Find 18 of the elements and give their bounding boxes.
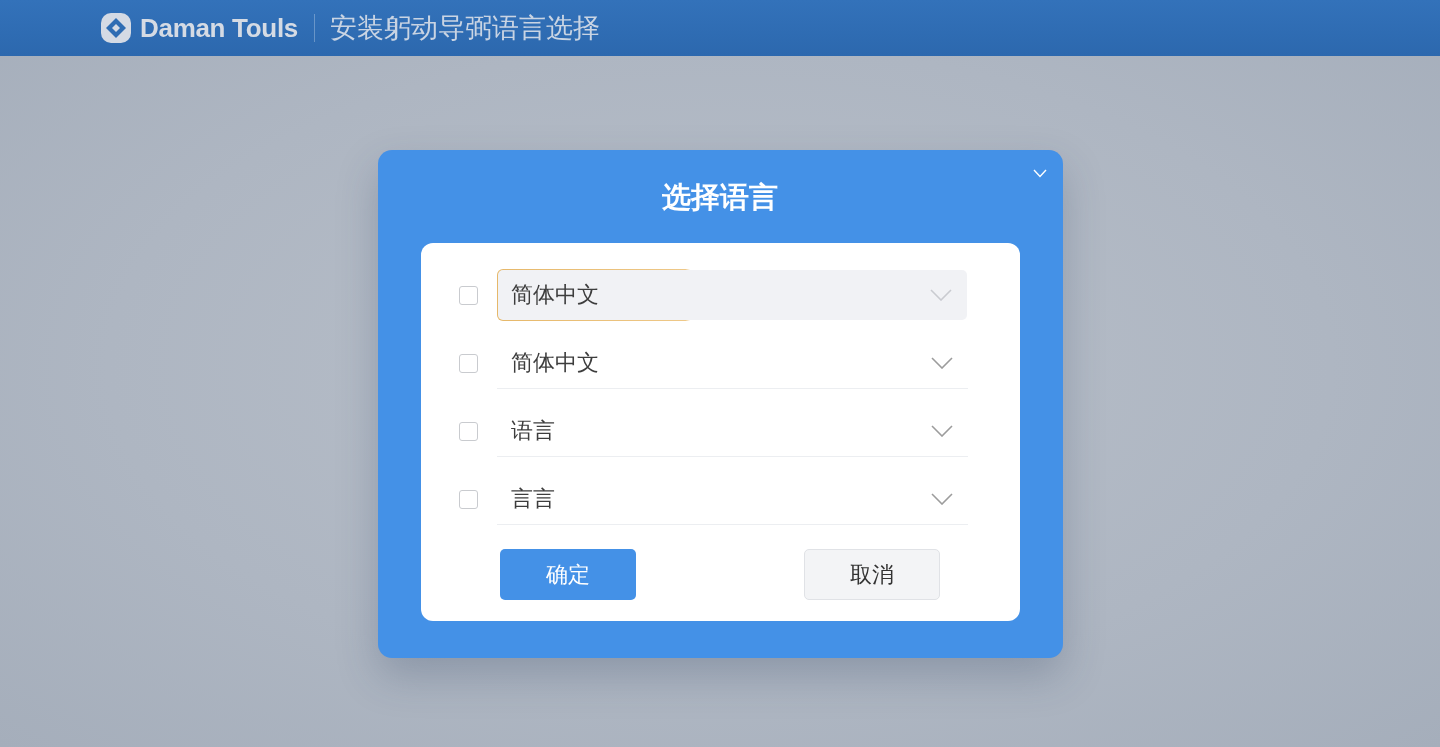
language-select[interactable]: 语言 (496, 405, 968, 457)
language-select[interactable]: 简体中文 (496, 337, 968, 389)
chevron-down-icon (930, 492, 953, 505)
brand-name: Daman Touls (140, 12, 299, 44)
dialog-title: 选择语言 (662, 180, 778, 215)
checkbox[interactable] (458, 421, 478, 441)
cancel-button[interactable]: 取消 (803, 549, 940, 600)
chevron-down-icon (930, 424, 953, 437)
page-title: 安装躬动导弼语言选择 (330, 12, 601, 45)
checkbox[interactable] (458, 353, 478, 373)
checkbox[interactable] (458, 285, 478, 305)
chevron-down-icon (929, 289, 952, 301)
language-select[interactable]: 言言 (496, 473, 968, 525)
logo-icon (100, 12, 132, 44)
chevron-down-icon (930, 356, 953, 369)
chevron-down-icon[interactable] (1032, 169, 1047, 178)
language-select[interactable]: 简体中文 (496, 269, 968, 321)
checkbox[interactable] (458, 489, 478, 509)
